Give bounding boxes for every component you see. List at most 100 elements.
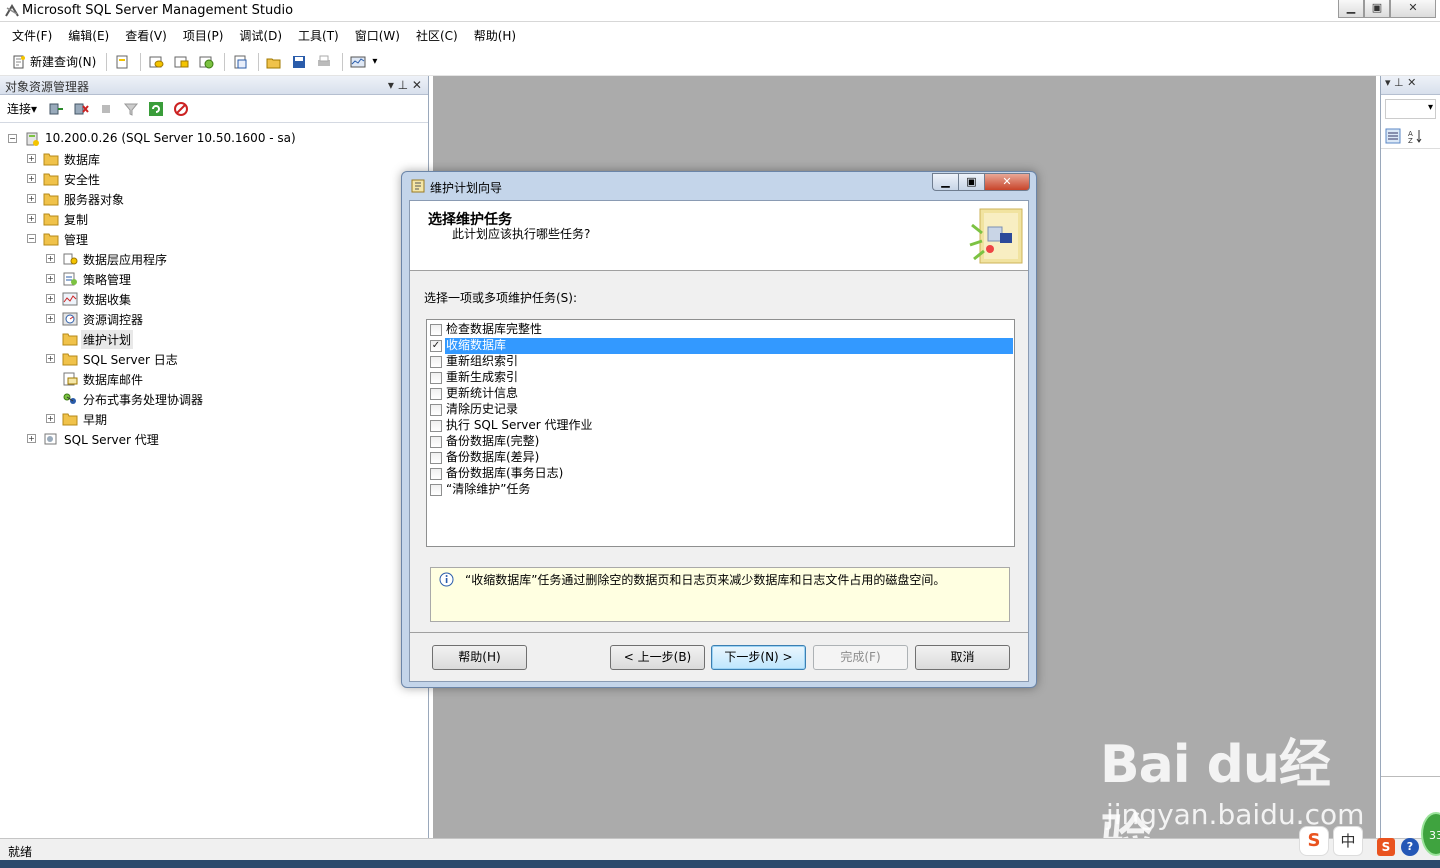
tree-node[interactable]: + 安全性 xyxy=(0,169,428,189)
dialog-maximize-button[interactable]: ▣ xyxy=(958,173,984,191)
tree-node[interactable]: + 策略管理 xyxy=(0,269,428,289)
collapse-toggle[interactable]: − xyxy=(27,234,36,243)
template-button[interactable] xyxy=(229,51,251,73)
task-item[interactable]: 检查数据库完整性 xyxy=(427,322,1014,338)
tree-node[interactable]: + 早期 xyxy=(0,409,428,429)
sogou-tray-icon[interactable]: S xyxy=(1377,838,1395,856)
activity-report-button[interactable] xyxy=(170,98,192,120)
tree-node[interactable]: + 服务器对象 xyxy=(0,189,428,209)
task-item[interactable]: ✓ 收缩数据库 xyxy=(427,338,1014,354)
dialog-close-button[interactable]: ✕ xyxy=(984,173,1030,191)
menu-file[interactable]: 文件(F) xyxy=(12,27,52,44)
task-item[interactable]: 备份数据库(差异) xyxy=(427,450,1014,466)
task-item[interactable]: 备份数据库(完整) xyxy=(427,434,1014,450)
task-item[interactable]: 清除历史记录 xyxy=(427,402,1014,418)
activity-monitor-button[interactable] xyxy=(347,51,369,73)
menu-edit[interactable]: 编辑(E) xyxy=(68,27,109,44)
properties-object-combo[interactable] xyxy=(1385,99,1436,119)
expand-toggle[interactable]: + xyxy=(46,354,55,363)
maximize-button[interactable]: ▣ xyxy=(1364,0,1390,18)
tree-node[interactable]: + 数据库 xyxy=(0,149,428,169)
menu-window[interactable]: 窗口(W) xyxy=(355,27,400,44)
tree-node-label: SQL Server 代理 xyxy=(64,433,159,447)
database-engine-query-button[interactable] xyxy=(145,51,167,73)
next-button[interactable]: 下一步(N) > xyxy=(711,645,806,670)
task-checkbox[interactable]: ✓ xyxy=(430,340,442,352)
properties-panel-controls[interactable]: ▾ ⊥ ✕ xyxy=(1385,76,1416,89)
categorized-icon[interactable] xyxy=(1385,128,1401,144)
task-checkbox[interactable] xyxy=(430,404,442,416)
task-checkbox[interactable] xyxy=(430,356,442,368)
task-item[interactable]: 执行 SQL Server 代理作业 xyxy=(427,418,1014,434)
task-item[interactable]: 重新生成索引 xyxy=(427,370,1014,386)
close-button[interactable]: ✕ xyxy=(1390,0,1436,18)
menu-tools[interactable]: 工具(T) xyxy=(298,27,339,44)
expand-toggle[interactable]: + xyxy=(27,154,36,163)
tree-node[interactable]: + SQL Server 代理 xyxy=(0,429,428,449)
cancel-button[interactable]: 取消 xyxy=(915,645,1010,670)
maintenance-task-list[interactable]: 检查数据库完整性 ✓ 收缩数据库 重新组织索引 重新生成索引 更新统计信息 清除历史记录 执行… xyxy=(426,319,1015,547)
print-button[interactable] xyxy=(313,51,335,73)
toolbar-overflow-icon[interactable]: ▾ xyxy=(372,56,377,67)
new-query-button[interactable]: 新建查询(N) xyxy=(8,51,99,73)
task-checkbox[interactable] xyxy=(430,388,442,400)
task-item[interactable]: “清除维护”任务 xyxy=(427,482,1014,498)
expand-toggle[interactable]: + xyxy=(27,174,36,183)
connect-button[interactable] xyxy=(45,98,67,120)
task-item[interactable]: 更新统计信息 xyxy=(427,386,1014,402)
task-item[interactable]: 备份数据库(事务日志) xyxy=(427,466,1014,482)
expand-toggle[interactable]: + xyxy=(46,414,55,423)
help-button[interactable]: 帮助(H) xyxy=(432,645,527,670)
disconnect-button[interactable] xyxy=(70,98,92,120)
ime-language-indicator[interactable]: 中 xyxy=(1333,826,1363,856)
sogou-ime-icon[interactable]: S xyxy=(1299,826,1329,856)
task-checkbox[interactable] xyxy=(430,420,442,432)
task-checkbox[interactable] xyxy=(430,468,442,480)
tree-node[interactable]: − 10.200.0.26 (SQL Server 10.50.1600 - sa… xyxy=(0,129,428,149)
collapse-toggle[interactable]: − xyxy=(8,134,17,143)
tree-node[interactable]: 分布式事务处理协调器 xyxy=(0,389,428,409)
minimize-button[interactable]: ▁ xyxy=(1338,0,1364,18)
menu-help[interactable]: 帮助(H) xyxy=(474,27,516,44)
open-file-button[interactable] xyxy=(263,51,285,73)
task-checkbox[interactable] xyxy=(430,324,442,336)
tree-node[interactable]: − 管理 xyxy=(0,229,428,249)
panel-controls[interactable]: ▾ ⊥ ✕ xyxy=(388,78,422,92)
tree-node[interactable]: + 复制 xyxy=(0,209,428,229)
task-item[interactable]: 重新组织索引 xyxy=(427,354,1014,370)
task-checkbox[interactable] xyxy=(430,452,442,464)
refresh-button[interactable] xyxy=(145,98,167,120)
tree-node[interactable]: + 资源调控器 xyxy=(0,309,428,329)
task-checkbox[interactable] xyxy=(430,436,442,448)
dialog-minimize-button[interactable]: ▁ xyxy=(932,173,958,191)
new-file-button[interactable] xyxy=(111,51,133,73)
stop-button[interactable] xyxy=(95,98,117,120)
tree-node[interactable]: + 数据层应用程序 xyxy=(0,249,428,269)
filter-button[interactable] xyxy=(120,98,142,120)
tree-node[interactable]: + 数据收集 xyxy=(0,289,428,309)
expand-toggle[interactable]: + xyxy=(27,214,36,223)
connect-dropdown[interactable]: 连接▾ xyxy=(7,100,37,117)
analysis-query-button[interactable] xyxy=(170,51,192,73)
xmla-query-button[interactable] xyxy=(195,51,217,73)
tree-node[interactable]: 维护计划 xyxy=(0,329,428,349)
tree-node[interactable]: 数据库邮件 xyxy=(0,369,428,389)
expand-toggle[interactable]: + xyxy=(46,314,55,323)
help-icon[interactable]: ? xyxy=(1401,838,1419,856)
task-checkbox[interactable] xyxy=(430,484,442,496)
tree-node[interactable]: + SQL Server 日志 xyxy=(0,349,428,369)
menu-debug[interactable]: 调试(D) xyxy=(239,27,282,44)
menu-project[interactable]: 项目(P) xyxy=(183,27,224,44)
menu-view[interactable]: 查看(V) xyxy=(125,27,167,44)
task-checkbox[interactable] xyxy=(430,372,442,384)
back-button[interactable]: < 上一步(B) xyxy=(610,645,705,670)
menu-community[interactable]: 社区(C) xyxy=(416,27,458,44)
save-button[interactable] xyxy=(288,51,310,73)
alphabetical-sort-icon[interactable]: AZ xyxy=(1407,128,1423,144)
expand-toggle[interactable]: + xyxy=(46,274,55,283)
expand-toggle[interactable]: + xyxy=(27,194,36,203)
expand-toggle[interactable]: + xyxy=(46,254,55,263)
expand-toggle[interactable]: + xyxy=(46,294,55,303)
expand-toggle[interactable]: + xyxy=(27,434,36,443)
badge-counter[interactable]: 33 xyxy=(1421,812,1440,856)
